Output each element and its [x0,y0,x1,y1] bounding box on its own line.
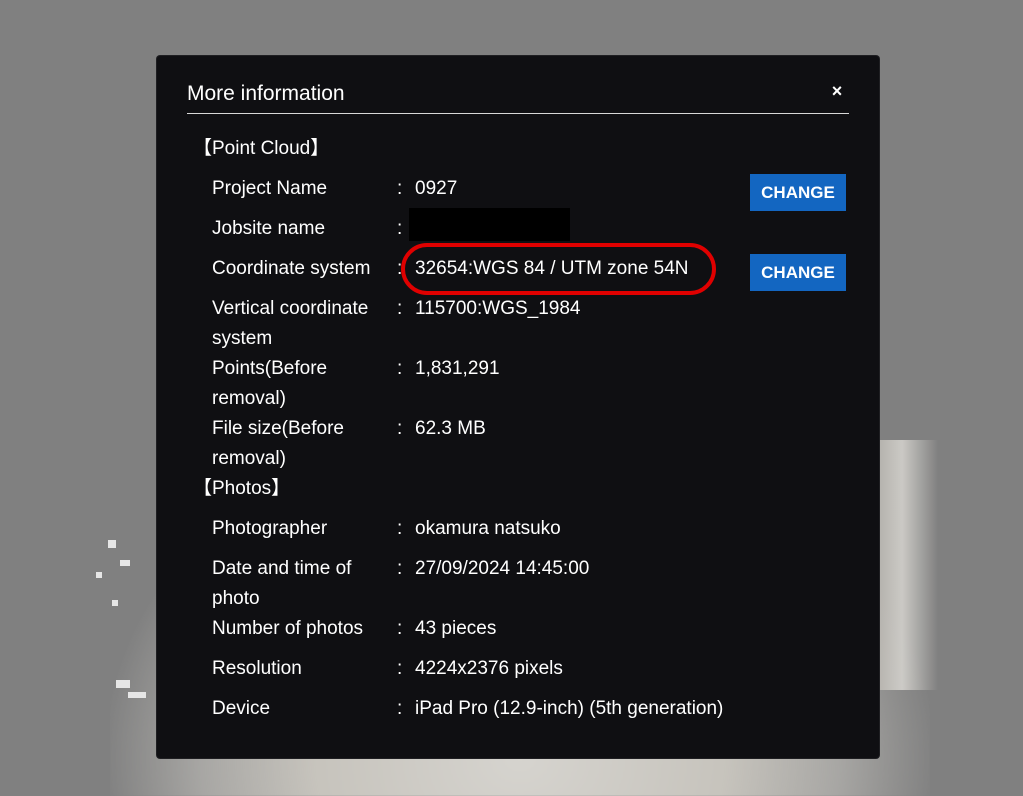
row-value: 115700:WGS_1984 [415,298,581,319]
close-icon[interactable]: × [829,81,845,101]
point-cloud-render-edge [878,440,938,690]
dialog-title: More information [187,82,345,105]
row-label-line: Date and time of [212,558,352,579]
change-project-name-button[interactable]: CHANGE [750,174,846,211]
point-cloud-speck [108,540,116,548]
row-separator: : [397,518,403,539]
row-value: iPad Pro (12.9-inch) (5th generation) [415,698,724,719]
row-label-line: Vertical coordinate [212,298,369,319]
row-label: Project Name [212,178,328,199]
row-label-line: File size(Before [212,418,344,439]
row-label: Number of photos [212,618,364,639]
row-label-line: system [212,328,273,349]
point-cloud-speck [116,680,130,688]
row-label-line: removal) [212,448,286,469]
section-title-point-cloud: 【Point Cloud】 [193,138,330,159]
more-information-dialog: More information × 【Point Cloud】 Project… [157,56,879,758]
row-separator: : [397,698,403,719]
section-title-photos: 【Photos】 [193,478,291,499]
row-label-line: Points(Before [212,358,328,379]
row-label: Resolution [212,658,302,679]
row-separator: : [397,358,403,379]
row-label: File size(Before removal) [212,414,387,474]
row-label-line: removal) [212,388,286,409]
row-value: 4224x2376 pixels [415,658,563,679]
row-separator: : [397,178,403,199]
row-value: 27/09/2024 14:45:00 [415,558,590,579]
row-separator: : [397,418,403,439]
row-value: 0927 [415,178,458,199]
row-separator: : [397,558,403,579]
row-value: 1,831,291 [415,358,500,379]
row-value: okamura natsuko [415,518,561,539]
point-cloud-speck [96,572,102,578]
row-separator: : [397,298,403,319]
row-separator: : [397,658,403,679]
row-separator: : [397,618,403,639]
point-cloud-speck [120,560,130,566]
row-label: Jobsite name [212,218,326,239]
row-label: Points(Before removal) [212,354,387,414]
annotation-highlight-ring [401,243,716,295]
redacted-value [409,208,570,241]
row-label: Device [212,698,271,719]
point-cloud-speck [128,692,146,698]
row-value: 62.3 MB [415,418,486,439]
row-separator: : [397,218,403,239]
point-cloud-speck [112,600,118,606]
row-label: Coordinate system [212,258,371,279]
dialog-header: More information × [187,81,849,114]
row-value: 43 pieces [415,618,497,639]
row-label: Date and time of photo [212,554,387,614]
change-coordinate-system-button[interactable]: CHANGE [750,254,846,291]
row-label: Vertical coordinate system [212,294,387,354]
row-label-line: photo [212,588,260,609]
row-label: Photographer [212,518,328,539]
